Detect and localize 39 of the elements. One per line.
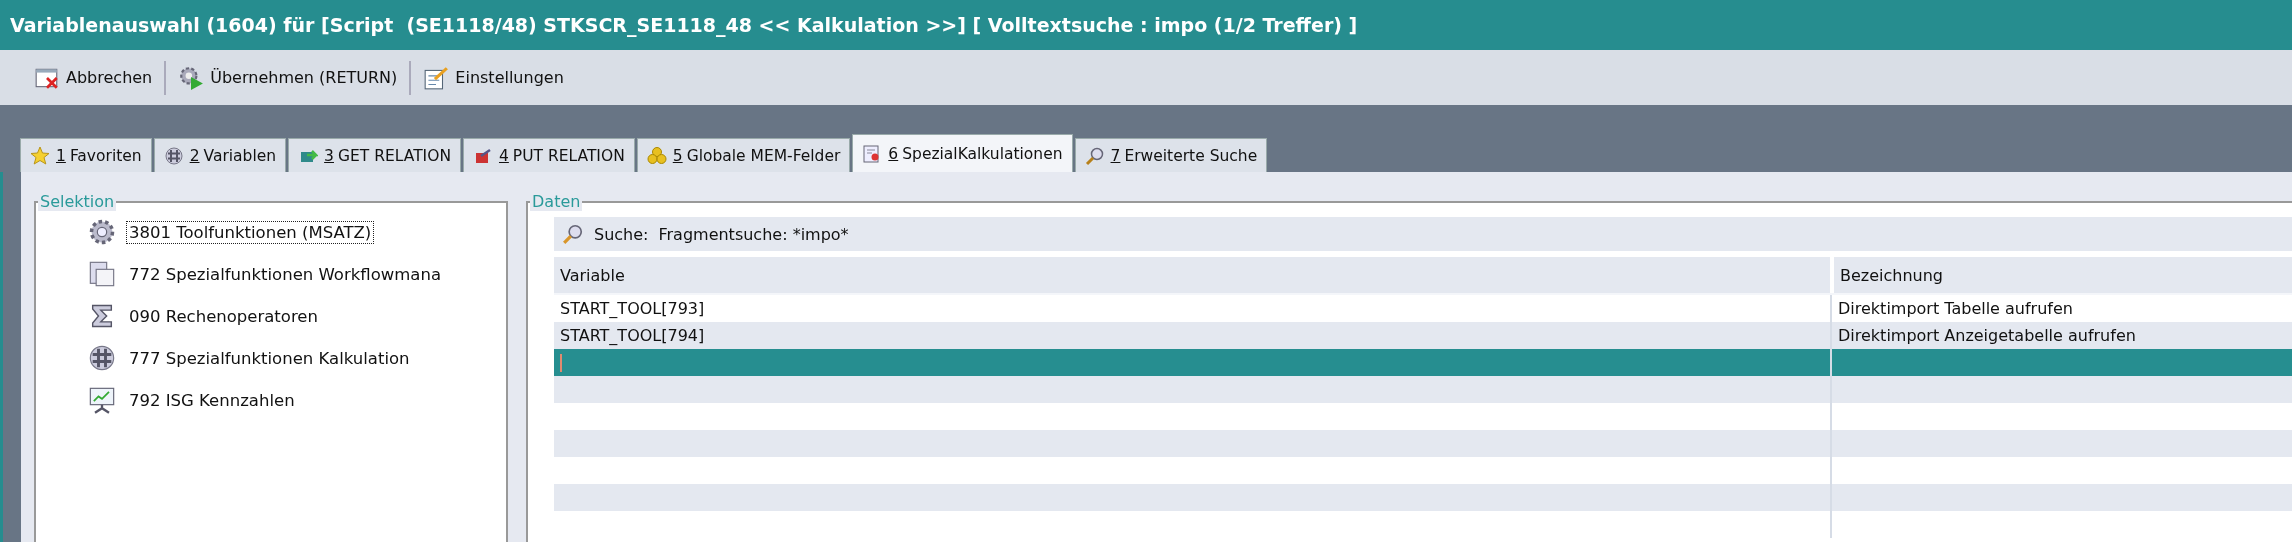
tree-item[interactable]: 792 ISG Kennzahlen	[126, 388, 298, 412]
gear-icon	[88, 218, 116, 246]
tab[interactable]: 6 SpezialKalkulationen	[852, 134, 1073, 172]
coins-icon	[646, 145, 667, 166]
table-cell: START_TOOL[793]	[560, 299, 705, 318]
search-icon	[1084, 145, 1105, 166]
documents-icon	[88, 260, 116, 288]
toolbar-button[interactable]: Einstellungen	[417, 60, 570, 95]
table-cell: Direktimport Anzeigetabelle aufrufen	[1838, 326, 2136, 345]
table-cell: START_TOOL[794]	[560, 326, 705, 345]
tree-item[interactable]: 772 Spezialfunktionen Workflowmana	[126, 262, 445, 286]
star-icon	[30, 145, 50, 166]
chart-easel-icon	[88, 386, 116, 414]
search-icon	[562, 223, 584, 245]
hash-icon	[163, 145, 184, 166]
window-title: Variablenauswahl (1604) für [Script (SE1118/48) STKSCR_SE1118_48 << Kalkulation >>] [ Volltextsuche : impo (1/2 Treffer) ]	[10, 14, 1358, 36]
tab[interactable]: 3 GET RELATION	[288, 138, 461, 172]
tab[interactable]: 2 Variablen	[153, 138, 287, 172]
tree-item[interactable]: 090 Rechenoperatoren	[126, 304, 321, 328]
hash-icon	[88, 344, 116, 372]
tree-item[interactable]: 3801 Toolfunktionen (MSATZ)	[126, 220, 375, 244]
toolbar-button[interactable]: Übernehmen (RETURN)	[172, 60, 404, 95]
tab[interactable]: 5 Globale MEM-Felder	[636, 138, 851, 172]
table-row[interactable]: START_TOOL[794] Direktimport Anzeigetabelle aufrufen	[554, 322, 2292, 349]
tab[interactable]: 1 Favoriten	[20, 138, 152, 172]
group-title: Selektion	[38, 192, 117, 211]
gear-play-icon	[178, 64, 205, 91]
table-cell: Direktimport Tabelle aufrufen	[1838, 299, 2073, 318]
table-row[interactable]	[554, 349, 2292, 376]
search-text: Fragmentsuche: *impo*	[658, 224, 849, 244]
toolbar-button[interactable]: Abbrechen	[28, 60, 159, 95]
search-label: Suche:	[594, 224, 649, 244]
text-cursor	[560, 353, 562, 372]
group-title: Daten	[530, 192, 583, 211]
tree-item[interactable]: 777 Spezialfunktionen Kalkulation	[126, 346, 413, 370]
tab[interactable]: 7 Erweiterte Suche	[1074, 138, 1268, 172]
tab[interactable]: 4 PUT RELATION	[463, 138, 635, 172]
column-header[interactable]: Bezeichnung	[1834, 257, 2292, 293]
notepad-pencil-icon	[423, 64, 450, 91]
